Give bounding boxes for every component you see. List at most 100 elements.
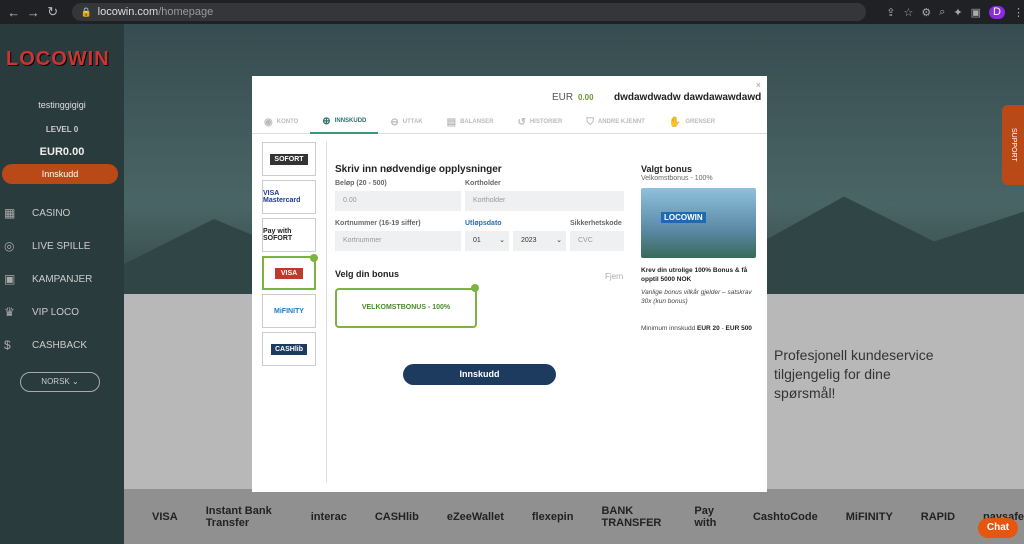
bonus-title: Velg din bonus — [335, 269, 400, 279]
url-domain: locowin.com — [97, 6, 159, 18]
bonus-image: LOCOWIN — [641, 188, 756, 258]
puzzle-icon[interactable]: ✦ — [953, 6, 962, 19]
payment-logo: flexepin — [531, 510, 574, 523]
balance: EUR0.00 — [39, 146, 85, 158]
plus-circle-icon: ⊕ — [322, 115, 331, 127]
chip-icon: ◎ — [4, 239, 15, 253]
selected-bonus-title: Valgt bonus — [641, 164, 693, 174]
back-icon[interactable]: ← — [6, 5, 21, 20]
payment-logo: BANK TRANSFER — [601, 504, 662, 529]
payment-logo: CashtoCode — [752, 510, 818, 523]
payment-methods: SOFORT VISA Mastercard Pay with SOFORT V… — [262, 142, 322, 370]
money-bag-icon: $ — [4, 338, 11, 352]
payment-logo: MiFINITY — [845, 510, 893, 523]
tab-historier[interactable]: ↺ HISTORIER — [505, 110, 574, 134]
chevron-down-icon: ⌄ — [556, 237, 562, 244]
cvc-label: Sikkerhetskode — [570, 220, 622, 227]
sidepanel-icon[interactable]: ▣ — [971, 6, 981, 19]
selected-bonus-subtitle: Velkomstbonus - 100% — [641, 175, 713, 182]
card-label: Kortnummer (16-19 siffer) — [335, 220, 421, 227]
sidebar-item-live[interactable]: ◎ LIVE SPILLE — [4, 235, 122, 257]
chevron-down-icon: ⌄ — [499, 237, 505, 244]
expiry-label: Utløpsdato — [465, 220, 502, 227]
username[interactable]: testinggigigi — [0, 100, 124, 110]
payment-strip: VISA Instant Bank Transfer interac CASHl… — [124, 489, 1024, 544]
url-path: /homepage — [158, 6, 214, 18]
profile-icon[interactable]: D — [989, 5, 1005, 19]
forward-icon[interactable]: → — [25, 5, 40, 20]
method-mifinity[interactable]: MiFINITY — [262, 294, 316, 328]
form-title: Skriv inn nødvendige opplysninger — [335, 164, 502, 175]
tab-konto[interactable]: ◉ KONTO — [252, 110, 310, 134]
reload-icon[interactable]: ↻ — [45, 4, 60, 20]
menu-icon[interactable]: ⋮ — [1013, 6, 1024, 19]
sidebar-deposit-button[interactable]: Innskudd — [2, 164, 118, 184]
star-icon[interactable]: ☆ — [904, 6, 914, 19]
currency-label: EUR — [552, 92, 574, 103]
check-icon — [471, 284, 479, 292]
holder-label: Kortholder — [465, 180, 501, 187]
chevron-down-icon: ⌄ — [71, 377, 79, 386]
amount-input[interactable]: 0.00 — [335, 191, 461, 211]
divider — [326, 142, 327, 482]
history-icon: ↺ — [517, 116, 526, 128]
hand-icon: ✋ — [668, 116, 682, 128]
wallet-icon: ▤ — [446, 116, 457, 128]
deposit-modal: × EUR 0.00 dwdawdwadw dawdawawdawd ◉ KONT… — [252, 76, 767, 492]
year-select[interactable]: 2023 ⌄ — [513, 231, 566, 251]
holder-input[interactable]: Kortholder — [465, 191, 624, 211]
lock-icon: 🔒 — [80, 6, 92, 17]
tab-innskudd[interactable]: ⊕ INNSKUDD — [310, 110, 379, 134]
method-visa-mastercard[interactable]: VISA Mastercard — [262, 180, 316, 214]
tab-balanser[interactable]: ▤ BALANSER — [435, 110, 506, 134]
extension-icon[interactable]: ⚙ — [921, 6, 931, 19]
bonus-image-logo: LOCOWIN — [661, 212, 706, 223]
deposit-submit-button[interactable]: Innskudd — [403, 364, 556, 385]
gift-icon: ▣ — [4, 272, 16, 286]
shield-icon: ⛉ — [586, 116, 594, 128]
close-icon[interactable]: × — [756, 80, 761, 90]
language-select[interactable]: NORSK ⌄ — [20, 372, 100, 392]
minus-circle-icon: ⊖ — [390, 116, 399, 128]
zoom-icon[interactable]: ⌕ — [939, 6, 945, 19]
sidebar: LOCOWIN testinggigigi LEVEL 0 EUR0.00 In… — [0, 24, 124, 544]
remove-bonus-link[interactable]: Fjern — [605, 272, 623, 281]
method-sofort[interactable]: SOFORT — [262, 142, 316, 176]
month-select[interactable]: 01 ⌄ — [465, 231, 509, 251]
amount-label: Beløp (20 - 500) — [335, 180, 387, 187]
tab-uttak[interactable]: ⊖ UTTAK — [378, 110, 434, 134]
logo[interactable]: LOCOWIN — [6, 48, 110, 71]
modal-username: dwdawdwadw dawdawawdawd — [614, 92, 762, 103]
tab-andre[interactable]: ⛉ ANDRE KJENNT — [574, 110, 657, 134]
support-text: Profesjonell kundeservice tilgjengelig f… — [774, 347, 934, 401]
chat-button[interactable]: Chat — [978, 518, 1018, 538]
method-cashlib[interactable]: CASHlib — [262, 332, 316, 366]
crown-icon: ♛ — [4, 305, 15, 319]
payment-logo: Instant Bank Transfer — [205, 504, 272, 529]
cvc-input[interactable]: CVC — [570, 231, 624, 251]
sidebar-item-casino[interactable]: ▦ CASINO — [4, 202, 122, 224]
method-paywith-sofort[interactable]: Pay with SOFORT — [262, 218, 316, 252]
payment-logo: Pay with — [694, 504, 717, 529]
currency-amount: 0.00 — [578, 93, 594, 102]
check-icon — [310, 254, 318, 262]
bonus-terms: Vanlige bonus vilkår gjelder – satskrav … — [641, 289, 752, 305]
payment-logo: interac — [310, 510, 347, 523]
slot-icon: ▦ — [4, 206, 16, 220]
bonus-description: Krev din utrolige 100% Bonus & få opptil… — [641, 267, 748, 283]
bonus-option[interactable]: VELKOMSTBONUS - 100% — [335, 288, 477, 328]
user-icon: ◉ — [264, 116, 273, 128]
method-visa[interactable]: VISA — [262, 254, 318, 290]
tab-grenser[interactable]: ✋ GRENSER — [657, 110, 727, 134]
payment-logo: eZeeWallet — [446, 510, 504, 523]
min-deposit: Minimum innskudd EUR 20 - EUR 500 — [641, 325, 752, 332]
card-input[interactable]: Kortnummer — [335, 231, 461, 251]
share-icon[interactable]: ⇪ — [886, 6, 895, 19]
sidebar-item-cashback[interactable]: $ CASHBACK — [4, 334, 122, 356]
sidebar-item-vip[interactable]: ♛ VIP LOCO — [4, 301, 122, 323]
address-bar[interactable]: 🔒 locowin.com/homepage — [72, 3, 867, 21]
support-tab[interactable]: SUPPORT — [1002, 105, 1024, 185]
payment-logo: CASHlib — [374, 510, 419, 523]
sidebar-item-campaigns[interactable]: ▣ KAMPANJER — [4, 268, 122, 290]
modal-tabs: ◉ KONTO ⊕ INNSKUDD ⊖ UTTAK ▤ BALANSER ↺ HISTO… — [252, 110, 767, 134]
